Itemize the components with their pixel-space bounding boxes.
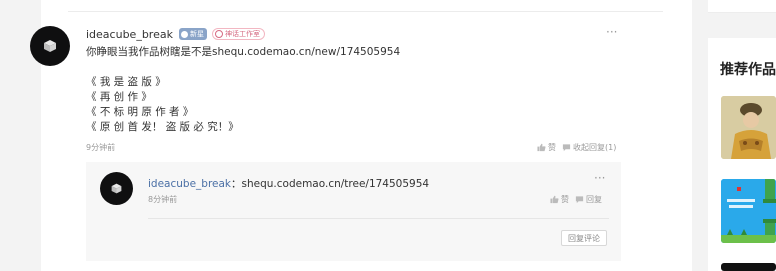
- recommended-work-thumbnail[interactable]: [721, 96, 776, 159]
- comment-line-empty: [86, 60, 400, 75]
- reply-actions: 赞 回复: [550, 194, 608, 205]
- reply-reply-button[interactable]: 回复: [575, 194, 602, 205]
- game-thumbnail-image: [721, 179, 776, 243]
- comment-line: 《 我 是 盗 版 》: [86, 76, 166, 88]
- studio-badge-icon: [214, 30, 223, 38]
- like-button[interactable]: 赞: [537, 142, 556, 153]
- reply-reply-label: 回复: [586, 195, 602, 204]
- thumbs-up-icon: [550, 195, 559, 204]
- comment-timestamp: 9分钟前: [86, 143, 116, 152]
- level-badge-icon: [180, 30, 188, 38]
- like-label: 赞: [548, 143, 556, 152]
- reply-more-options-icon[interactable]: ···: [594, 172, 605, 184]
- cube-icon: [44, 40, 56, 52]
- comment-line: 《 不 标 明 原 作 者 》: [86, 106, 194, 118]
- sidebar-top-card: [708, 0, 776, 13]
- collapse-replies-label: 收起回复(1): [573, 143, 617, 152]
- studio-badge[interactable]: 神话工作室: [211, 28, 265, 40]
- collapse-replies-button[interactable]: 收起回复(1): [562, 142, 616, 153]
- studio-badge-label: 神话工作室: [224, 30, 260, 38]
- comment-line: 你睁眼当我作品树瞎是不是shequ.codemao.cn/new/1745059…: [86, 46, 401, 58]
- reply-text: shequ.codemao.cn/tree/174505954: [241, 178, 430, 190]
- recommended-work-thumbnail[interactable]: [721, 263, 776, 271]
- reply-username[interactable]: ideacube_break: [148, 178, 231, 190]
- comment-author-row: ideacube_break 新星 神话工作室: [86, 27, 265, 41]
- thumbs-up-icon: [537, 143, 546, 152]
- comment-icon: [575, 196, 584, 204]
- level-badge: 新星: [178, 28, 207, 40]
- reply-separator: ：: [231, 178, 242, 190]
- page: ideacube_break 新星 神话工作室 ··· 你睁眼当我作品树瞎是不是…: [0, 0, 776, 271]
- reply-divider: [148, 218, 609, 219]
- comment-actions: 赞 收起回复(1): [537, 142, 622, 153]
- reply-text-line: ideacube_break：shequ.codemao.cn/tree/174…: [148, 176, 429, 191]
- comment-icon: [562, 144, 571, 152]
- recommended-works-title: 推荐作品: [720, 62, 776, 78]
- divider: [68, 11, 663, 12]
- comment-username[interactable]: ideacube_break: [86, 28, 173, 41]
- comment-line: 《 原 创 首 发！ 盗 版 必 究！》: [86, 121, 239, 133]
- comment-line: 《 再 创 作 》: [86, 91, 152, 103]
- more-options-icon[interactable]: ···: [606, 26, 617, 38]
- portrait-thumbnail-image: [721, 96, 776, 159]
- recommended-work-thumbnail[interactable]: [721, 179, 776, 243]
- reply-like-label: 赞: [561, 195, 569, 204]
- cube-icon: [111, 183, 122, 194]
- reply-like-button[interactable]: 赞: [550, 194, 569, 205]
- avatar[interactable]: [30, 26, 70, 66]
- comment-body: 你睁眼当我作品树瞎是不是shequ.codemao.cn/new/1745059…: [86, 45, 400, 135]
- reply-comment-button[interactable]: 回复评论: [561, 230, 607, 246]
- reply-timestamp: 8分钟前: [148, 195, 178, 204]
- reply-avatar[interactable]: [100, 172, 133, 205]
- level-badge-label: 新星: [189, 30, 204, 38]
